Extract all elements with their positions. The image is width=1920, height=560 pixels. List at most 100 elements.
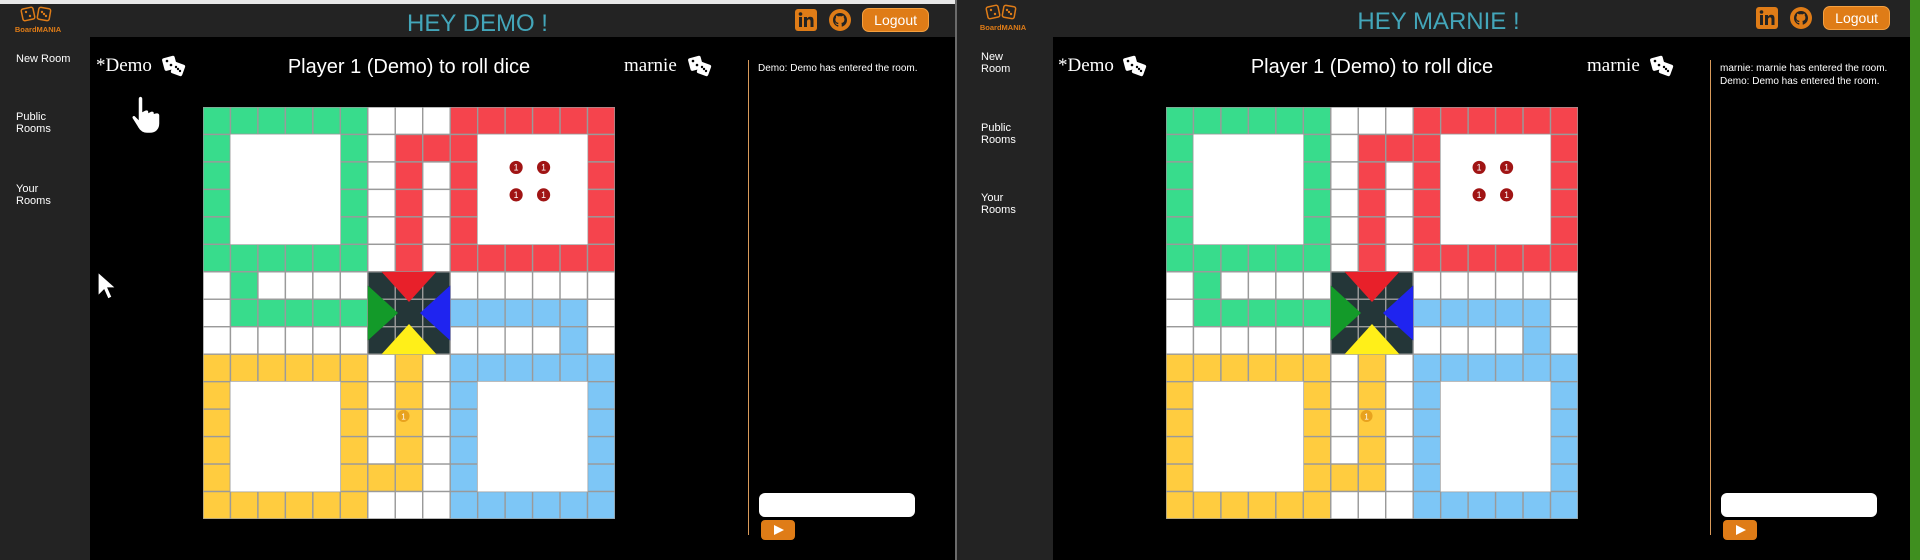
linkedin-icon[interactable]: [794, 8, 818, 32]
board-cell: [1522, 490, 1552, 519]
board-cell: [422, 490, 451, 519]
board-cell: [422, 463, 451, 493]
chat-input[interactable]: [1721, 493, 1877, 517]
board-cell: [203, 133, 232, 163]
board-cell: [203, 216, 232, 246]
send-icon: [774, 525, 784, 535]
board-cell: [1192, 353, 1222, 383]
sidebar-item-public-rooms[interactable]: Public Rooms: [16, 111, 51, 135]
board-cell: [203, 298, 232, 328]
boardmania-logo[interactable]: BoardMANIA: [979, 4, 1027, 34]
board-cell: [1302, 408, 1332, 438]
board-cell: [1385, 216, 1414, 246]
linkedin-icon[interactable]: [1755, 6, 1779, 30]
board-cell: [1439, 298, 1469, 328]
board-cell: [586, 243, 615, 273]
board-cell: [284, 326, 314, 355]
board-cell: [559, 490, 589, 519]
send-button[interactable]: [761, 520, 795, 540]
board-cell: [1467, 271, 1497, 300]
board-cell: [531, 271, 561, 300]
home-area: [1193, 381, 1304, 492]
board-cell: [449, 298, 479, 328]
ludo-board[interactable]: 1 1 1 1 1: [203, 107, 615, 519]
board-cell: [229, 271, 259, 300]
chat-input[interactable]: [759, 493, 915, 517]
board-cell: [1330, 490, 1359, 519]
board-cell: [257, 271, 287, 300]
sidebar-item-new-room[interactable]: New Room: [16, 53, 70, 65]
sidebar-item-your-rooms[interactable]: Your Rooms: [981, 192, 1016, 216]
board-cell: [1385, 161, 1414, 191]
board-cell: [339, 353, 369, 383]
board-cell: [476, 490, 506, 519]
sidebar-item-your-rooms[interactable]: Your Rooms: [16, 183, 51, 207]
dice-icon[interactable]: [1650, 55, 1674, 77]
board-cell: [1549, 271, 1578, 300]
boardmania-logo[interactable]: BoardMANIA: [14, 6, 62, 36]
board-cell: [531, 298, 561, 328]
board-cell: [1357, 380, 1387, 410]
board-cell: [1330, 107, 1359, 136]
board-cell: [449, 490, 479, 519]
board-cell: [284, 271, 314, 300]
board-cell: [1357, 490, 1387, 519]
board-cell: [1412, 298, 1442, 328]
logout-button[interactable]: Logout: [862, 8, 929, 32]
board-cell: [1412, 133, 1442, 163]
sidebar-item-new-room[interactable]: New Room: [981, 51, 1010, 75]
board-cell: [203, 107, 232, 136]
board-cell: [1357, 243, 1387, 273]
board-cell: [1549, 298, 1578, 328]
board-cell: [394, 133, 424, 163]
board-cell: [586, 133, 615, 163]
board-cell: [1166, 326, 1195, 355]
board-cell: [449, 188, 479, 218]
board-cell: [1357, 107, 1387, 136]
board-cell: [312, 490, 342, 519]
github-icon[interactable]: [1789, 6, 1813, 30]
chat-log: Demo: Demo has entered the room.: [758, 62, 918, 75]
board-cell: [586, 326, 615, 355]
board-cell: [1385, 435, 1414, 465]
board-cell: [1166, 435, 1195, 465]
board-cell: [229, 490, 259, 519]
board-cell: [422, 133, 451, 163]
board-cell: [1302, 326, 1332, 355]
board-cell: [1494, 271, 1524, 300]
home-area: [1440, 381, 1551, 492]
board-cell: [284, 353, 314, 383]
token-number: 1: [1477, 190, 1482, 200]
board-cell: [1302, 216, 1332, 246]
board-cell: [1549, 188, 1578, 218]
pointing-hand-icon[interactable]: [130, 92, 166, 136]
board-cell: [394, 107, 424, 136]
logout-button[interactable]: Logout: [1823, 6, 1890, 30]
board-cell: [1247, 490, 1277, 519]
board-cell: [367, 107, 396, 136]
board-cell: [1494, 326, 1524, 355]
board-cell: [1549, 133, 1578, 163]
board-cell: [504, 107, 534, 136]
board-cell: [1302, 161, 1332, 191]
chat-message: marnie: marnie has entered the room.: [1720, 63, 1888, 74]
board-cell: [1192, 298, 1222, 328]
board-cell: [1247, 271, 1277, 300]
board-cell: [1192, 326, 1222, 355]
board-cell: [1412, 188, 1442, 218]
sidebar-item-public-rooms[interactable]: Public Rooms: [981, 122, 1016, 146]
board-cell: [1166, 188, 1195, 218]
board-cell: [449, 463, 479, 493]
board-cell: [203, 188, 232, 218]
board-cell: [422, 161, 451, 191]
send-button[interactable]: [1723, 520, 1757, 540]
board-cell: [1302, 490, 1332, 519]
board-cell: [1467, 353, 1497, 383]
ludo-board[interactable]: 1 1 1 1 1: [1166, 107, 1578, 519]
github-icon[interactable]: [828, 8, 852, 32]
board-cell: [559, 271, 589, 300]
board-cell: [422, 353, 451, 383]
board-cell: [1302, 463, 1332, 493]
board-cell: [504, 326, 534, 355]
dice-icon[interactable]: [162, 55, 186, 77]
